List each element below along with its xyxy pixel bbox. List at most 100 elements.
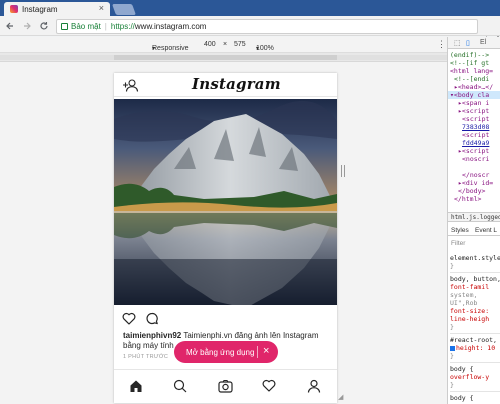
style-declaration: }: [450, 352, 500, 360]
dom-tree: (endif)--> <!--[if gt <html lang= <!--[endi…: [448, 49, 500, 203]
style-line-text: UI",Rob: [450, 299, 478, 307]
post-timestamp: 1 PHÚT TRƯỚC: [123, 354, 169, 360]
dom-node[interactable]: <script: [448, 131, 500, 139]
style-line-text: font-famil: [450, 283, 490, 291]
chevron-down-icon: ▾: [152, 46, 156, 52]
dom-node[interactable]: [448, 163, 500, 171]
dom-node-text: </noscr: [462, 171, 490, 179]
dom-node[interactable]: ▸<script: [448, 107, 500, 115]
dom-node[interactable]: ▸<div id=: [448, 179, 500, 187]
instagram-header: Instagram: [114, 73, 337, 97]
width-input[interactable]: 400: [204, 41, 216, 48]
forward-icon[interactable]: [20, 19, 34, 33]
dom-node[interactable]: </html>: [448, 195, 500, 203]
close-icon[interactable]: ×: [263, 345, 269, 357]
dom-node[interactable]: ▸<span i: [448, 99, 500, 107]
style-declaration[interactable]: font-size:: [450, 307, 500, 315]
chevron-down-icon: ▾: [256, 46, 260, 52]
dom-breadcrumb[interactable]: html.js.logged-: [448, 212, 500, 222]
resize-handle[interactable]: [341, 165, 345, 177]
dom-node-text: 7383d08: [462, 123, 490, 131]
style-declaration: }: [450, 323, 500, 331]
camera-icon[interactable]: [218, 379, 233, 398]
devtools-toolbar: ⬚ ▯ El: [448, 37, 500, 49]
open-in-app-label: Mở bằng ứng dụng: [186, 347, 255, 357]
dom-node-text: </body>: [458, 187, 486, 195]
comment-icon[interactable]: [145, 312, 159, 330]
dom-node-text: ▾<body cla: [450, 91, 490, 99]
dom-node[interactable]: <!--[endi: [448, 75, 500, 83]
style-line-text: body, button,: [450, 275, 500, 283]
open-in-app-button[interactable]: Mở bằng ứng dụng ×: [174, 341, 278, 363]
corner-resize-handle[interactable]: ◢: [338, 393, 343, 401]
style-declaration[interactable]: height: 10: [450, 344, 500, 352]
style-line-text: }: [450, 381, 454, 389]
dom-node-text: ▸<script: [458, 107, 490, 115]
height-input[interactable]: 575: [234, 41, 246, 48]
dom-node-text: <script: [462, 131, 490, 139]
home-nav-icon[interactable]: [129, 379, 143, 398]
secure-label: Bảo mật: [71, 22, 101, 31]
elements-tab[interactable]: El: [480, 39, 486, 46]
inspect-icon[interactable]: ⬚: [454, 39, 461, 47]
style-selector: body, button,: [450, 275, 500, 283]
instagram-favicon: [10, 5, 18, 13]
style-selector: #react-root,: [450, 336, 500, 344]
search-icon[interactable]: [173, 379, 187, 398]
dom-node[interactable]: </body>: [448, 187, 500, 195]
activity-heart-icon[interactable]: [262, 379, 276, 397]
tab-styles[interactable]: Styles: [451, 227, 469, 234]
tab-strip: Instagram ×: [0, 0, 500, 16]
style-declaration[interactable]: overflow-y: [450, 373, 500, 381]
media-query-ruler: [0, 53, 447, 62]
add-person-icon[interactable]: [122, 78, 140, 97]
style-selector: body {: [450, 394, 500, 402]
dom-node[interactable]: <script: [448, 115, 500, 123]
style-rule-divider: [450, 391, 500, 392]
profile-icon[interactable]: [307, 379, 321, 398]
instagram-logo[interactable]: Instagram: [192, 75, 281, 93]
ruler-active-range: [114, 55, 337, 60]
style-rule-divider: [450, 272, 500, 273]
dom-node-text: (endif)-->: [450, 51, 490, 59]
back-icon[interactable]: [3, 19, 17, 33]
style-line-text: }: [450, 323, 454, 331]
tab-event-listeners[interactable]: Event L: [475, 227, 497, 234]
dom-node[interactable]: <html lang=: [448, 67, 500, 75]
address-bar[interactable]: Bảo mật | https:// www.instagram.com: [56, 19, 478, 34]
caption-username[interactable]: taimienphivn92: [123, 331, 181, 340]
reload-icon[interactable]: [37, 19, 51, 33]
dom-node[interactable]: ▸<head>…</: [448, 83, 500, 91]
style-declaration: }: [450, 262, 500, 270]
dom-node[interactable]: ▸<script: [448, 147, 500, 155]
style-line-text: }: [450, 352, 454, 360]
tab-instagram[interactable]: Instagram ×: [4, 2, 110, 16]
dom-node-text: </html>: [454, 195, 482, 203]
dom-node[interactable]: (endif)-->: [448, 51, 500, 59]
address-separator: |: [104, 22, 107, 31]
dom-node[interactable]: ▾<body cla: [448, 91, 500, 99]
device-menu-icon[interactable]: ⋮: [437, 39, 446, 50]
dom-node[interactable]: <!--[if gt: [448, 59, 500, 67]
tab-close-icon[interactable]: ×: [99, 3, 104, 13]
new-tab-button[interactable]: [111, 4, 137, 15]
dom-node[interactable]: fdd49a9: [448, 139, 500, 147]
styles-filter-input[interactable]: Filter: [451, 240, 465, 247]
style-declaration[interactable]: line-heigh: [450, 315, 500, 323]
dom-node-text: ▸<span i: [458, 99, 490, 107]
style-line-text: #react-root,: [450, 336, 497, 344]
device-icon[interactable]: ▯: [466, 39, 470, 47]
style-declaration[interactable]: font-famil: [450, 283, 500, 291]
styles-pane: element.style} body, button, font-famil s…: [450, 254, 500, 402]
bottom-navigation: [114, 369, 337, 403]
viewport-area: Instagram taimienphivn92 Taimienphi.vn đ…: [0, 62, 447, 404]
heart-icon[interactable]: [122, 312, 136, 330]
style-rule-divider: [450, 333, 500, 334]
style-declaration: system,: [450, 291, 500, 299]
post-photo[interactable]: [114, 99, 337, 305]
dom-node[interactable]: 7383d08: [448, 123, 500, 131]
property-checkbox[interactable]: [450, 345, 455, 351]
dom-node[interactable]: <noscri: [448, 155, 500, 163]
dom-node[interactable]: </noscr: [448, 171, 500, 179]
navigation-bar: Bảo mật | https:// www.instagram.com ☆ ⋮: [0, 16, 500, 46]
